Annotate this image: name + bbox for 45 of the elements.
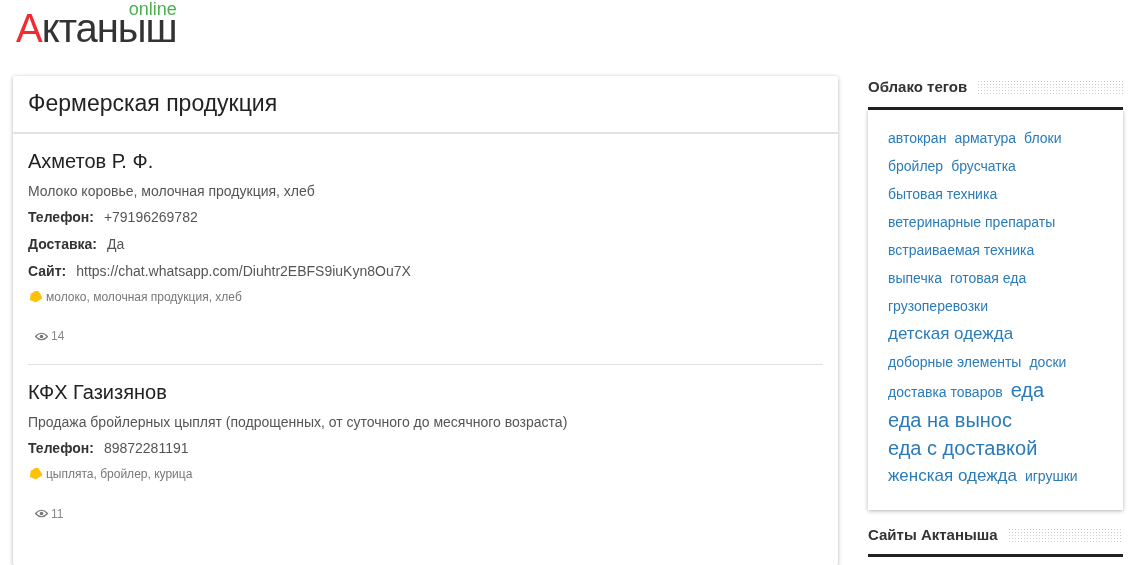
tag-link[interactable]: еда с доставкой [888,433,1038,462]
widget-title: Облако тегов [868,77,968,97]
entry-title[interactable]: Ахметов Р. Ф. [28,148,808,173]
tag-link[interactable]: доски [1029,347,1067,376]
tag-link[interactable]: бройлер [888,151,944,180]
entry-description: Продажа бройлерных цыплят (подрощенных, от суточного до месячного возраста) [28,413,569,431]
tag-link[interactable]: ветеринарные препараты [888,207,1056,236]
field-value: 89872281191 [103,440,189,458]
tag-link[interactable]: блоки [1024,123,1062,152]
tag-list[interactable]: цыплята, бройлер, курица [46,467,193,482]
view-count: 14 [51,329,65,344]
tag-link[interactable]: автокран [888,123,947,152]
eye-icon [35,331,48,341]
eye-icon [35,509,48,519]
field-label: Доставка: [28,236,97,253]
tag-link[interactable]: доставка товаров [888,377,1003,406]
tag-link[interactable]: доборные элементы [888,347,1022,376]
tag-link[interactable]: бытовая техника [888,179,998,208]
tag-link[interactable]: еда на вынос [888,405,1012,434]
entry-description: Молоко коровье, молочная продукция, хлеб [28,182,316,200]
tag-link[interactable]: встраиваемая техника [888,235,1035,264]
tag-link[interactable]: арматура [954,123,1017,152]
view-count: 11 [51,506,64,521]
entry-title[interactable]: КФХ Газизянов [28,379,808,404]
tag-link[interactable]: грузоперевозки [888,291,988,320]
section-title: Фермерская продукция [13,76,838,134]
tag-icon [28,290,42,303]
tag-link[interactable]: готовая еда [949,263,1027,292]
tag-link[interactable]: женская одежда [888,461,1017,490]
tag-list[interactable]: молоко, молочная продукция, хлеб [46,289,242,305]
tag-link[interactable]: выпечка [888,263,942,292]
logo-initial[interactable]: А [16,12,42,44]
field-label: Телефон: [28,209,94,227]
tag-link[interactable]: игрушки [1024,461,1078,490]
logo-suffix[interactable]: online [128,2,177,17]
field-value: +79196269782 [103,209,198,227]
field-label: Сайт: [28,263,67,280]
widget-title: Сайты Актаныша [868,524,998,545]
tag-link[interactable]: брусчатка [951,151,1016,180]
tag-icon [28,468,42,481]
tag-link[interactable]: еда [1010,375,1045,404]
field-label: Телефон: [28,440,94,458]
tag-link[interactable]: детская одежда [888,319,1014,348]
field-value: https://chat.whatsapp.com/Diuhtr2EBFS9iuKyn8Ou7X [76,263,411,280]
field-value: Да [107,236,125,253]
